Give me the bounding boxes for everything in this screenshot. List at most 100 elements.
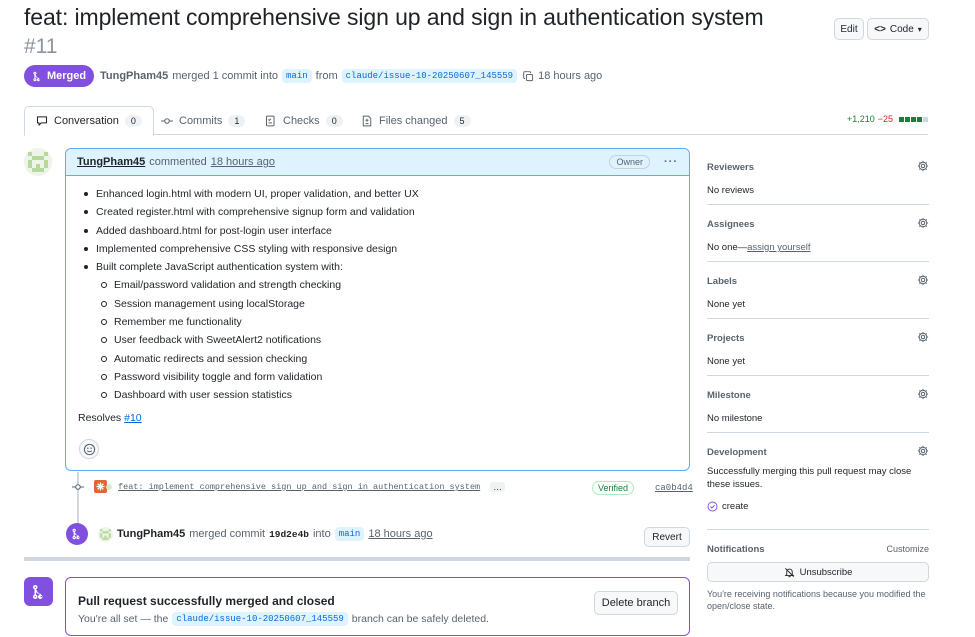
merge-status-title: Pull request successfully merged and clo… — [78, 594, 335, 608]
sub-list-item: Dashboard with user session statistics — [78, 386, 677, 404]
code-icon: <> — [874, 23, 886, 35]
sidebar-projects: Projects None yet — [707, 319, 929, 376]
resolves-label: Resolves — [78, 411, 122, 424]
delete-branch-button[interactable]: Delete branch — [594, 591, 678, 615]
merge-sub-prefix: You're all set — the — [78, 613, 169, 625]
merge-branch[interactable]: main — [334, 527, 365, 541]
merge-time[interactable]: 18 hours ago — [368, 528, 432, 540]
comment-icon — [36, 116, 48, 126]
git-merge-icon — [32, 584, 42, 599]
list-item: Enhanced login.html with modern UI, prop… — [78, 185, 677, 203]
tab-conversation[interactable]: Conversation 0 — [24, 106, 154, 136]
comment-author[interactable]: TungPham45 — [77, 156, 145, 168]
code-button-label: Code — [889, 23, 914, 35]
gear-icon[interactable] — [917, 388, 929, 400]
merge-sub-suffix: branch can be safely deleted. — [351, 613, 489, 625]
smiley-icon — [83, 443, 95, 455]
sidebar-labels-title: Labels — [707, 276, 738, 287]
tab-conversation-label: Conversation — [54, 115, 119, 127]
avatar[interactable] — [98, 526, 113, 542]
sub-list-item: Remember me functionality — [78, 313, 677, 331]
merge-sub-branch[interactable]: claude/issue-10-20250607_145559 — [172, 612, 348, 626]
git-commit-icon — [72, 484, 84, 490]
sidebar-projects-title: Projects — [707, 333, 745, 344]
merge-event-icon — [66, 523, 88, 545]
tab-checks-label: Checks — [283, 114, 320, 127]
sidebar-labels: Labels None yet — [707, 262, 929, 319]
merge-event: TungPham45 merged commit 19d2e4b into ma… — [66, 523, 433, 545]
from-text: from — [315, 70, 338, 82]
diffstat-additions: +1,210 — [846, 114, 875, 124]
owner-badge: Owner — [609, 155, 650, 169]
sidebar: Reviewers No reviews Assignees No one—as… — [707, 148, 929, 612]
merge-into: into — [312, 528, 331, 540]
pr-time: 18 hours ago — [538, 70, 603, 82]
avatar[interactable] — [24, 148, 52, 176]
checklist-icon — [266, 115, 275, 126]
merged-text: merged 1 commit into — [172, 70, 279, 82]
head-branch[interactable]: claude/issue-10-20250607_145559 — [341, 69, 518, 83]
customize-link[interactable]: Customize — [886, 544, 929, 554]
claude-avatar-icon — [94, 480, 112, 493]
merge-status-subtitle: You're all set — the claude/issue-10-202… — [78, 612, 489, 626]
state-label: Merged — [46, 70, 87, 82]
list-item: Added dashboard.html for post-login user… — [78, 222, 677, 240]
sub-list-item: Automatic redirects and session checking — [78, 350, 677, 368]
verified-badge[interactable]: Verified — [592, 481, 635, 495]
timeline-divider — [24, 557, 690, 561]
sub-list-item: Password visibility toggle and form vali… — [78, 368, 677, 386]
change-list: Enhanced login.html with modern UI, prop… — [78, 185, 677, 405]
notifications-note: You're receiving notifications because y… — [707, 589, 926, 611]
sidebar-reviewers: Reviewers No reviews — [707, 148, 929, 205]
tab-files-changed[interactable]: Files changed 5 — [350, 106, 482, 135]
commit-message[interactable]: feat: implement comprehensive sign up an… — [118, 482, 480, 492]
gear-icon[interactable] — [917, 217, 929, 229]
create-branch-link[interactable]: create — [707, 501, 929, 512]
gear-icon[interactable] — [917, 331, 929, 343]
tab-checks[interactable]: Checks 0 — [254, 106, 354, 135]
tab-files-changed-count: 5 — [453, 114, 471, 127]
edit-button-label: Edit — [840, 23, 858, 35]
tab-conversation-count: 0 — [124, 115, 142, 127]
sidebar-milestone-title: Milestone — [707, 390, 751, 401]
resolves-line: Resolves #10 — [78, 412, 677, 424]
commit-sha[interactable]: ca0b4d4 — [655, 483, 693, 493]
edit-button[interactable]: Edit — [834, 18, 864, 40]
base-branch[interactable]: main — [282, 69, 312, 83]
list-item: Implemented comprehensive CSS styling wi… — [78, 240, 677, 258]
gear-icon[interactable] — [917, 160, 929, 172]
comment-time[interactable]: 18 hours ago — [211, 156, 275, 168]
git-merge-icon — [72, 528, 80, 540]
tab-commits-count: 1 — [228, 114, 246, 127]
sidebar-labels-value: None yet — [707, 299, 746, 310]
state-badge: Merged — [24, 65, 94, 87]
commit-expand-button[interactable]: … — [490, 482, 506, 492]
sidebar-assignees: Assignees No one—assign yourself — [707, 205, 929, 262]
pr-tabs: Conversation 0 Commits 1 Checks 0 Files … — [24, 106, 928, 136]
pr-author[interactable]: TungPham45 — [100, 70, 168, 82]
unsubscribe-button[interactable]: Unsubscribe — [707, 562, 929, 582]
gear-icon[interactable] — [917, 274, 929, 286]
add-reaction-button[interactable] — [79, 439, 99, 459]
issue-link[interactable]: #10 — [124, 412, 142, 424]
gear-icon[interactable] — [917, 445, 929, 457]
sidebar-assignees-title: Assignees — [707, 219, 755, 230]
create-label: create — [722, 501, 749, 512]
tab-commits[interactable]: Commits 1 — [150, 106, 256, 135]
copy-icon[interactable] — [523, 70, 534, 82]
list-item: Created register.html with comprehensive… — [78, 203, 677, 221]
revert-button[interactable]: Revert — [644, 527, 690, 547]
kebab-horizontal-icon[interactable]: ··· — [664, 156, 678, 168]
diffstat: +1,210 −25 — [847, 114, 928, 124]
merge-author[interactable]: TungPham45 — [117, 528, 185, 540]
sidebar-assignees-value: No one—assign yourself — [707, 241, 929, 254]
merge-sha[interactable]: 19d2e4b — [269, 529, 309, 540]
tab-files-changed-label: Files changed — [379, 114, 448, 127]
code-button[interactable]: <> Code ▾ — [867, 18, 929, 40]
sidebar-reviewers-title: Reviewers — [707, 162, 755, 173]
sidebar-development-value: Successfully merging this pull request m… — [707, 466, 912, 490]
file-diff-icon — [362, 115, 372, 126]
assignees-none: No one— — [707, 242, 748, 253]
assign-yourself-link[interactable]: assign yourself — [747, 242, 810, 253]
comment-header: TungPham45 commented 18 hours ago Owner … — [66, 149, 689, 176]
